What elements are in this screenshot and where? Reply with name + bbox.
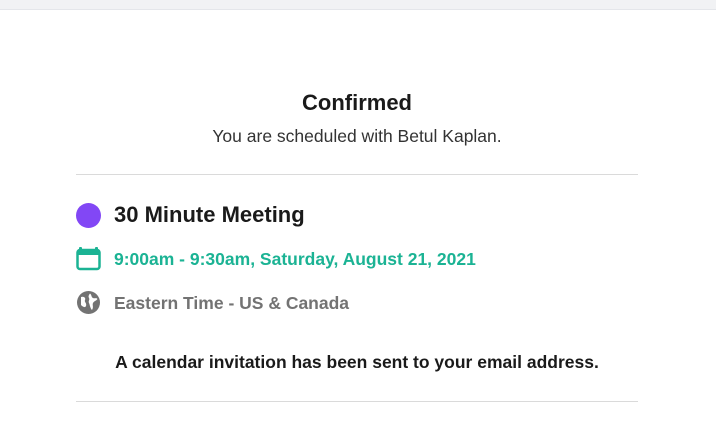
- calendar-invitation-notice: A calendar invitation has been sent to y…: [115, 352, 599, 372]
- globe-icon: [76, 290, 101, 315]
- event-time-row: 9:00am - 9:30am, Saturday, August 21, 20…: [76, 246, 476, 271]
- timezone-row: Eastern Time - US & Canada: [76, 290, 349, 315]
- calendar-icon: [76, 246, 101, 271]
- event-title-row: 30 Minute Meeting: [76, 202, 305, 228]
- event-time: 9:00am - 9:30am, Saturday, August 21, 20…: [114, 248, 476, 269]
- confirmation-card: Confirmed You are scheduled with Betul K…: [76, 10, 638, 426]
- timezone-text: Eastern Time - US & Canada: [114, 292, 350, 313]
- scheduled-with-text: You are scheduled with Betul Kaplan.: [212, 126, 502, 146]
- top-bar: [0, 0, 716, 10]
- divider-top: [76, 174, 638, 175]
- event-title: 30 Minute Meeting: [114, 202, 305, 227]
- page-title: Confirmed: [302, 90, 412, 115]
- event-color-dot-icon: [76, 202, 101, 228]
- divider-bottom: [76, 401, 638, 402]
